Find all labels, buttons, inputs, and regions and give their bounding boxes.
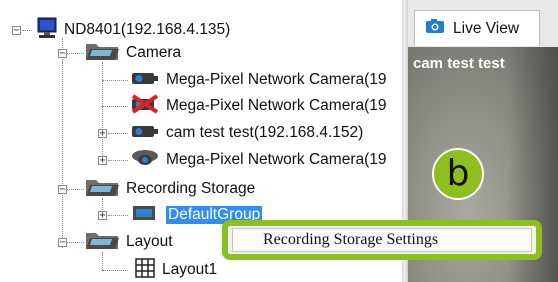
dome-camera-icon [130, 148, 160, 173]
tree-connector [108, 215, 128, 216]
tree-node-camera-group[interactable]: Camera [84, 42, 181, 64]
expand-toggle-defaultgroup[interactable]: + [98, 211, 107, 221]
tree-node-layout-group[interactable]: Layout [84, 231, 173, 253]
tree-node-camera-label: Mega-Pixel Network Camera(19 [166, 71, 387, 88]
tree-node-layout-item-label: Layout1 [162, 261, 218, 278]
camera-icon [130, 68, 160, 93]
tree-connector [22, 30, 32, 31]
tree-node-camera[interactable]: Mega-Pixel Network Camera(19 [130, 69, 387, 91]
tree-connector [62, 62, 63, 248]
collapse-toggle-recording-storage[interactable]: − [58, 185, 67, 195]
tree-connector [102, 106, 128, 107]
tree-connector [102, 270, 128, 271]
camera-icon [425, 18, 445, 39]
tab-live-view-label: Live View [453, 19, 520, 37]
tree-node-camera-label: cam test test(192.168.4.152) [166, 124, 364, 141]
computer-monitor-icon [36, 17, 58, 44]
context-menu: Recording Storage Settings [222, 220, 542, 260]
menu-item-recording-storage-settings[interactable]: Recording Storage Settings [232, 228, 532, 252]
tree-connector [102, 80, 128, 81]
tree-node-camera-label: Mega-Pixel Network Camera(19 [166, 151, 387, 168]
expand-toggle-camera-3[interactable]: + [98, 129, 107, 139]
tree-node-layout-item[interactable]: Layout1 [130, 257, 218, 282]
storage-icon [130, 203, 160, 228]
tree-node-recording-storage-label: Recording Storage [126, 180, 256, 197]
grid-layout-icon [134, 257, 156, 282]
camera-icon [130, 121, 160, 146]
tree-connector [102, 62, 103, 160]
folder-icon [84, 176, 120, 203]
tree-node-camera-label: Mega-Pixel Network Camera(19 [166, 97, 387, 114]
tree-connector [108, 160, 128, 161]
tree-node-recording-storage[interactable]: Recording Storage [84, 178, 255, 200]
tree-connector [108, 133, 128, 134]
tree-node-camera[interactable]: cam test test(192.168.4.152) [130, 122, 363, 144]
camera-disconnected-icon [130, 93, 160, 119]
folder-icon [84, 229, 120, 256]
expand-toggle-camera-4[interactable]: + [98, 156, 107, 166]
tab-live-view[interactable]: Live View [414, 10, 540, 46]
tree-node-camera[interactable]: Mega-Pixel Network Camera(19 [130, 149, 387, 171]
tree-node-layout-group-label: Layout [126, 233, 173, 250]
callout-badge: b [432, 148, 484, 200]
tree-node-root-label: ND8401(192.168.4.135) [64, 21, 231, 38]
tree-node-camera-group-label: Camera [126, 44, 182, 61]
collapse-toggle-root[interactable]: − [12, 26, 21, 36]
video-caption: cam test test [413, 55, 505, 72]
collapse-toggle-layout[interactable]: − [58, 238, 67, 248]
folder-icon [84, 40, 120, 67]
tree-node-camera[interactable]: Mega-Pixel Network Camera(19 [130, 93, 387, 119]
collapse-toggle-camera[interactable]: − [58, 49, 67, 59]
tree-node-root[interactable]: ND8401(192.168.4.135) [36, 17, 231, 44]
